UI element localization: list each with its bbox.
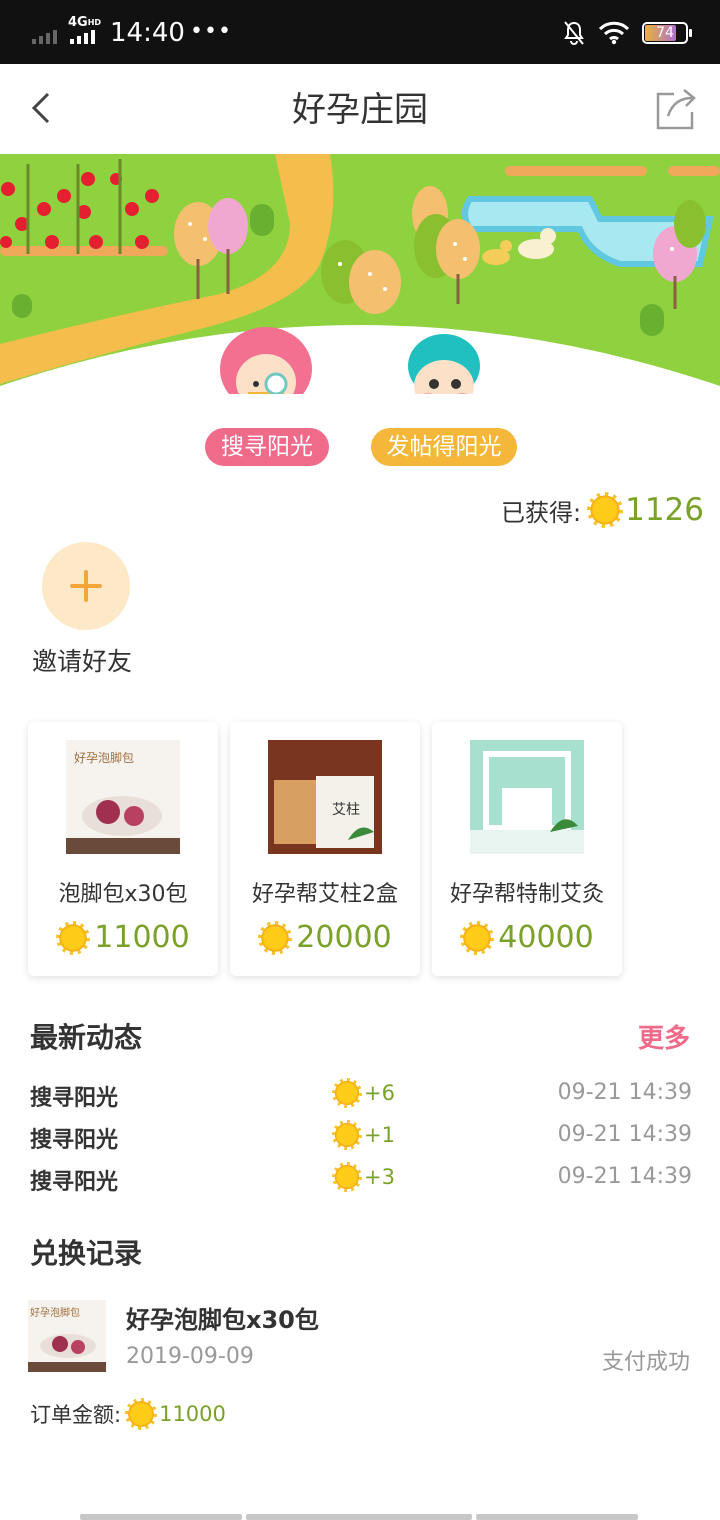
status-dots: •••	[190, 19, 232, 44]
farm-banner-illustration	[0, 154, 720, 394]
invite-friend-button[interactable]	[42, 542, 130, 630]
sun-icon	[56, 920, 91, 955]
product-thumbnail: 艾柱	[268, 740, 382, 854]
record-amount: 订单金额: 11000	[30, 1396, 226, 1432]
sun-icon	[125, 1398, 158, 1430]
battery-icon: 74	[642, 22, 692, 44]
activity-row: 搜寻阳光 +1 09-21 14:39	[30, 1120, 692, 1153]
product-price: 40000	[432, 920, 622, 955]
invite-friend-label: 邀请好友	[32, 647, 133, 676]
page-title: 好孕庄园	[292, 90, 428, 130]
signal-icon	[32, 22, 57, 44]
product-thumbnail	[470, 740, 584, 854]
sun-icon	[587, 492, 624, 528]
more-link[interactable]: 更多	[638, 1018, 690, 1055]
post-for-sunshine-button[interactable]: 发帖得阳光	[371, 428, 517, 466]
svg-text:好孕泡脚包: 好孕泡脚包	[30, 1306, 80, 1319]
mute-bell-icon	[564, 21, 584, 45]
network-signal-icon	[70, 30, 95, 44]
record-date: 2019-09-09	[126, 1344, 254, 1369]
record-name[interactable]: 好孕泡脚包x30包	[126, 1300, 319, 1335]
product-price: 11000	[28, 920, 218, 955]
earned-sunshine: 已获得: 1126	[501, 490, 704, 530]
status-time: 14:40	[110, 18, 185, 48]
product-name: 泡脚包x30包	[58, 882, 188, 907]
status-bar: 4GHD 14:40 ••• 74	[0, 0, 720, 64]
record-status: 支付成功	[601, 1350, 690, 1375]
sun-icon	[258, 920, 293, 955]
bottom-scroll-indicator	[80, 1514, 638, 1520]
product-card[interactable]: 好孕泡脚包 泡脚包x30包 11000	[28, 722, 218, 976]
product-price: 20000	[230, 920, 420, 955]
network-type: 4GHD	[68, 15, 102, 30]
earned-label: 已获得:	[501, 498, 582, 527]
product-card[interactable]: 好孕帮特制艾灸 40000	[432, 722, 622, 976]
search-sunshine-button[interactable]: 搜寻阳光	[205, 428, 329, 466]
svg-text:好孕泡脚包: 好孕泡脚包	[74, 750, 134, 765]
earned-value: 1126	[625, 492, 704, 528]
sun-icon	[332, 1078, 362, 1108]
records-title: 兑换记录	[30, 1237, 143, 1270]
sun-icon	[460, 920, 495, 955]
product-name: 好孕帮艾柱2盒	[252, 882, 398, 907]
record-thumbnail[interactable]: 好孕泡脚包	[28, 1300, 106, 1372]
product-name: 好孕帮特制艾灸	[449, 882, 604, 907]
wifi-icon	[598, 21, 630, 45]
activity-row: 搜寻阳光 +6 09-21 14:39	[30, 1078, 692, 1111]
product-card[interactable]: 艾柱 好孕帮艾柱2盒 20000	[230, 722, 420, 976]
product-thumbnail: 好孕泡脚包	[66, 740, 180, 854]
svg-text:艾柱: 艾柱	[332, 802, 360, 818]
sun-icon	[332, 1120, 362, 1150]
sun-icon	[332, 1162, 362, 1192]
share-icon[interactable]	[654, 86, 698, 132]
nav-bar: 好孕庄园	[0, 64, 720, 154]
activity-title: 最新动态	[30, 1021, 143, 1054]
activity-row: 搜寻阳光 +3 09-21 14:39	[30, 1162, 692, 1195]
